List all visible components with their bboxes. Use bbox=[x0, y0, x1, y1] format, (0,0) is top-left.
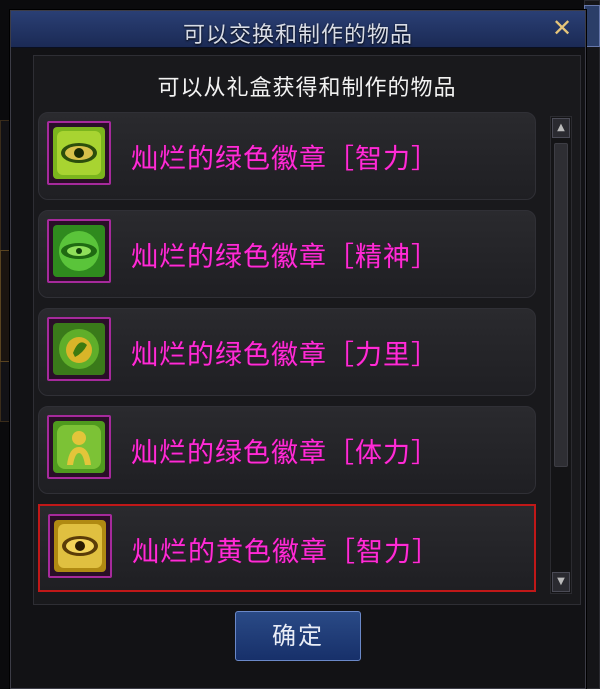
list-item[interactable]: 灿烂的绿色徽章［精神］ bbox=[38, 210, 536, 298]
green-figure-emblem-icon bbox=[47, 415, 111, 479]
list-item[interactable]: 灿烂的绿色徽章［力里］ bbox=[38, 308, 536, 396]
scroll-up-button[interactable]: ▲ bbox=[552, 118, 570, 138]
close-button[interactable]: ✕ bbox=[549, 15, 575, 41]
title-bar: 可以交换和制作的物品 ✕ bbox=[11, 11, 585, 48]
item-label: 灿烂的绿色徽章［精神］ bbox=[131, 242, 439, 273]
list-item[interactable]: 灿烂的绿色徽章［体力］ bbox=[38, 406, 536, 494]
scroll-thumb[interactable] bbox=[554, 143, 568, 467]
green-fist-emblem-icon bbox=[47, 317, 111, 381]
window-title: 可以交换和制作的物品 bbox=[182, 23, 413, 48]
yellow-eye-emblem-icon bbox=[48, 514, 112, 578]
scrollbar[interactable]: ▲ ▼ bbox=[550, 116, 572, 594]
background-button-right bbox=[584, 5, 600, 47]
background-panel-right bbox=[584, 0, 600, 689]
green-eye-emblem-icon bbox=[47, 121, 111, 185]
list-item-selected[interactable]: 灿烂的黄色徽章［智力］ bbox=[38, 504, 536, 592]
item-label: 灿烂的绿色徽章［体力］ bbox=[131, 438, 439, 469]
list-item[interactable]: 灿烂的绿色徽章［智力］ bbox=[38, 112, 536, 200]
confirm-button[interactable]: 确定 bbox=[235, 611, 361, 661]
item-label: 灿烂的绿色徽章［智力］ bbox=[131, 144, 439, 175]
exchange-window: 可以交换和制作的物品 ✕ 可以从礼盒获得和制作的物品 灿烂的绿色徽章［智力］ 灿… bbox=[10, 10, 586, 689]
panel-subtitle: 可以从礼盒获得和制作的物品 bbox=[157, 76, 457, 101]
item-panel: 可以从礼盒获得和制作的物品 灿烂的绿色徽章［智力］ 灿烂的绿色徽章［精神］ 灿烂… bbox=[33, 55, 581, 605]
green-sphere-emblem-icon bbox=[47, 219, 111, 283]
item-label: 灿烂的绿色徽章［力里］ bbox=[131, 340, 439, 371]
scroll-down-button[interactable]: ▼ bbox=[552, 572, 570, 592]
item-label: 灿烂的黄色徽章［智力］ bbox=[132, 537, 440, 568]
